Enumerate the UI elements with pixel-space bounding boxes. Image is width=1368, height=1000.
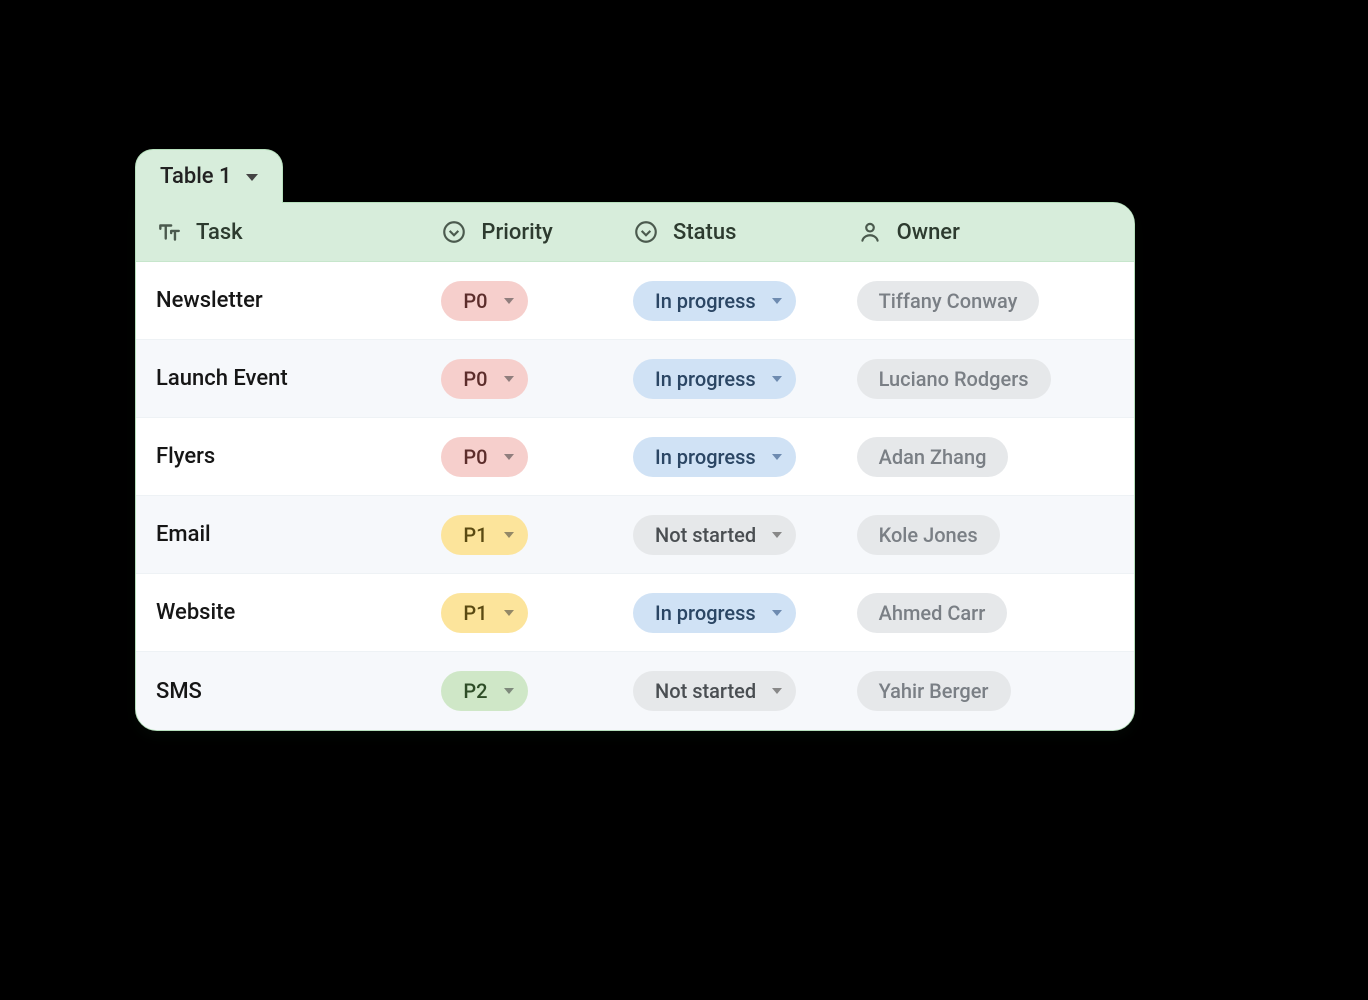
caret-down-icon: [772, 610, 782, 616]
status-pill[interactable]: Not started: [633, 671, 796, 711]
table-row[interactable]: SMS P2 Not started Yahir Berger: [136, 652, 1134, 730]
status-label: In progress: [655, 289, 756, 313]
caret-down-icon: [772, 298, 782, 304]
dropdown-icon: [441, 219, 467, 245]
priority-label: P1: [463, 523, 487, 547]
status-pill[interactable]: Not started: [633, 515, 796, 555]
owner-chip[interactable]: Luciano Rodgers: [857, 359, 1051, 399]
table-row[interactable]: Website P1 In progress Ahmed Carr: [136, 574, 1134, 652]
task-name: Launch Event: [156, 366, 288, 391]
owner-name: Adan Zhang: [879, 445, 987, 469]
caret-down-icon: [504, 376, 514, 382]
task-name: Newsletter: [156, 288, 263, 313]
table-row[interactable]: Email P1 Not started Kole Jones: [136, 496, 1134, 574]
caret-down-icon: [772, 532, 782, 538]
caret-down-icon: [504, 454, 514, 460]
status-label: In progress: [655, 445, 756, 469]
priority-label: P2: [463, 679, 487, 703]
priority-pill[interactable]: P2: [441, 671, 527, 711]
priority-pill[interactable]: P0: [441, 437, 527, 477]
owner-name: Ahmed Carr: [879, 601, 986, 625]
caret-down-icon: [504, 298, 514, 304]
priority-pill[interactable]: P0: [441, 359, 527, 399]
dropdown-icon: [633, 219, 659, 245]
table-row[interactable]: Flyers P0 In progress Adan Zhang: [136, 418, 1134, 496]
column-header-task[interactable]: Task: [136, 203, 435, 261]
task-name: Email: [156, 522, 211, 547]
table-card: Task Priority Status: [135, 202, 1135, 731]
column-header-label: Status: [673, 220, 736, 245]
task-name: SMS: [156, 679, 202, 704]
priority-pill[interactable]: P1: [441, 593, 527, 633]
priority-label: P0: [463, 367, 487, 391]
caret-down-icon: [772, 688, 782, 694]
table-header: Task Priority Status: [136, 203, 1134, 262]
priority-label: P0: [463, 289, 487, 313]
status-label: Not started: [655, 523, 756, 547]
priority-label: P0: [463, 445, 487, 469]
task-name: Website: [156, 600, 235, 625]
column-header-owner[interactable]: Owner: [851, 203, 1134, 261]
owner-name: Kole Jones: [879, 523, 978, 547]
column-header-label: Priority: [481, 220, 552, 245]
owner-name: Tiffany Conway: [879, 289, 1018, 313]
caret-down-icon: [772, 454, 782, 460]
caret-down-icon: [504, 688, 514, 694]
status-pill[interactable]: In progress: [633, 437, 796, 477]
table-row[interactable]: Newsletter P0 In progress Tiffany Conway: [136, 262, 1134, 340]
column-header-status[interactable]: Status: [631, 203, 851, 261]
owner-name: Yahir Berger: [879, 679, 989, 703]
table-row[interactable]: Launch Event P0 In progress Luciano Rodgers: [136, 340, 1134, 418]
status-label: In progress: [655, 367, 756, 391]
caret-down-icon: [772, 376, 782, 382]
priority-pill[interactable]: P0: [441, 281, 527, 321]
table-tab-label: Table 1: [160, 164, 232, 189]
column-header-priority[interactable]: Priority: [435, 203, 631, 261]
priority-pill[interactable]: P1: [441, 515, 527, 555]
status-label: Not started: [655, 679, 756, 703]
owner-chip[interactable]: Ahmed Carr: [857, 593, 1008, 633]
status-label: In progress: [655, 601, 756, 625]
caret-down-icon: [504, 532, 514, 538]
status-pill[interactable]: In progress: [633, 281, 796, 321]
owner-chip[interactable]: Tiffany Conway: [857, 281, 1040, 321]
table-tab[interactable]: Table 1: [135, 149, 283, 203]
owner-chip[interactable]: Adan Zhang: [857, 437, 1009, 477]
status-pill[interactable]: In progress: [633, 359, 796, 399]
chevron-down-icon: [246, 174, 258, 181]
caret-down-icon: [504, 610, 514, 616]
person-icon: [857, 219, 883, 245]
column-header-label: Task: [196, 220, 243, 245]
task-name: Flyers: [156, 444, 215, 469]
owner-name: Luciano Rodgers: [879, 367, 1029, 391]
priority-label: P1: [463, 601, 487, 625]
owner-chip[interactable]: Kole Jones: [857, 515, 1000, 555]
text-icon: [156, 219, 182, 245]
status-pill[interactable]: In progress: [633, 593, 796, 633]
owner-chip[interactable]: Yahir Berger: [857, 671, 1011, 711]
column-header-label: Owner: [897, 220, 960, 245]
